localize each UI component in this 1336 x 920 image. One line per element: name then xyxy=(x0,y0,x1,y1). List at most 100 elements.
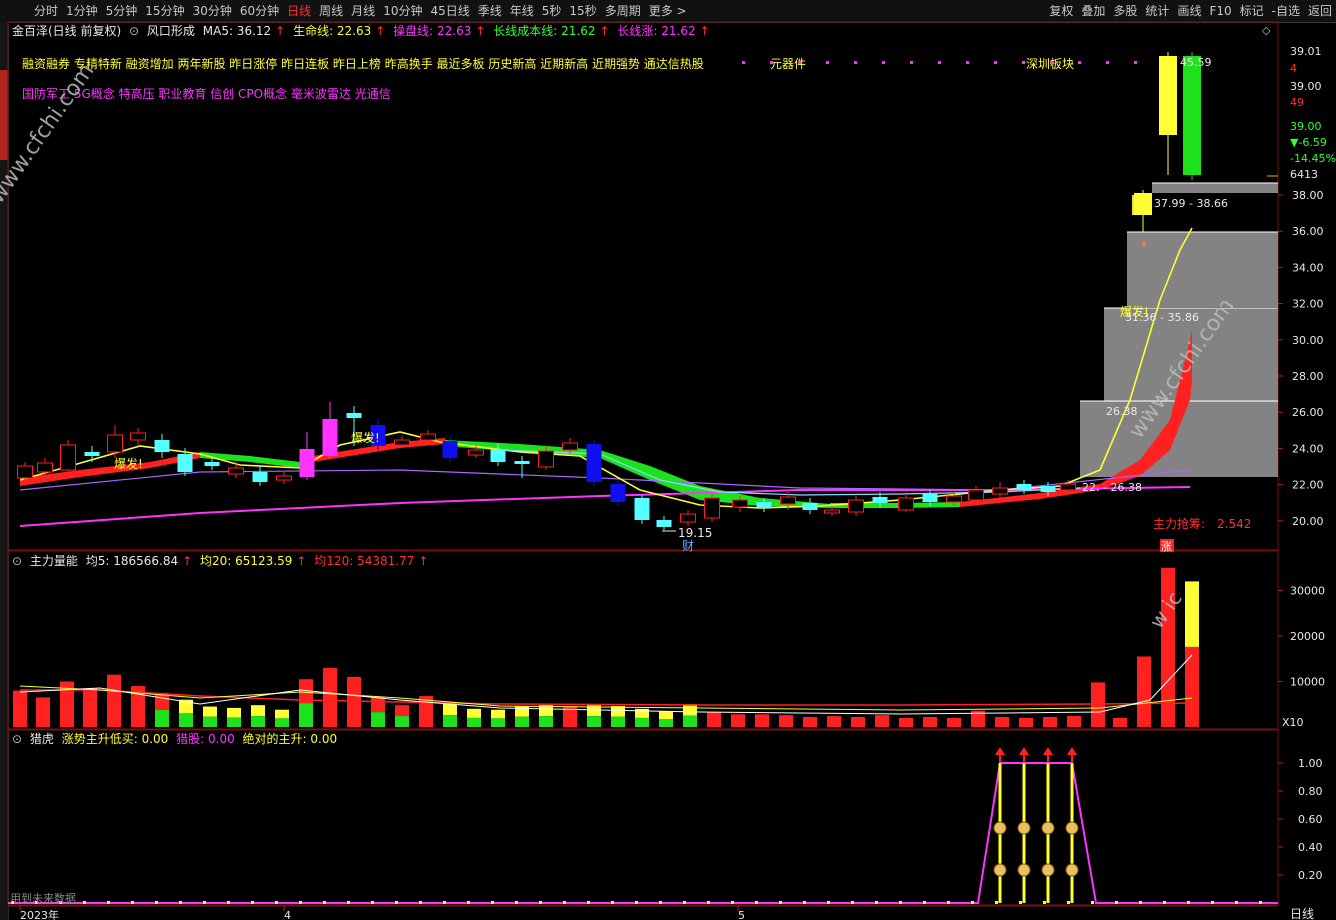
volume-bar-1 xyxy=(36,697,50,727)
candle-body-32 xyxy=(780,496,796,505)
dot-marker xyxy=(798,61,801,64)
candle-body-21 xyxy=(514,461,530,464)
candle-body-27 xyxy=(656,520,672,527)
tiger-baseline-dot xyxy=(563,901,566,904)
chart-canvas[interactable]: 38.00 36.00 34.00 32.00 30.00 28.00 26.00 24.00… xyxy=(0,0,1336,920)
date-label-0: 2023年 xyxy=(20,908,59,920)
quote-info-0: 39.01 xyxy=(1290,45,1322,58)
tiger-baseline-dot xyxy=(995,901,998,904)
price-tick-label-3: 32.00 xyxy=(1292,298,1324,311)
tiger-signal-line xyxy=(8,762,1278,904)
candle-body-10 xyxy=(252,472,268,482)
volume-bar-bottom-6 xyxy=(155,709,169,727)
tiger-tick-label-3: 0.40 xyxy=(1298,841,1323,854)
candle-body-36 xyxy=(872,497,888,503)
volume-bar-top-9 xyxy=(227,707,241,718)
candle-body-24 xyxy=(586,444,602,482)
volume-bar-top-16 xyxy=(395,705,409,717)
trend-bands xyxy=(20,330,1192,508)
zone-label-1: 37.99 - 38.66 xyxy=(1154,197,1228,210)
candle-body-46 xyxy=(1159,56,1177,135)
volume-bar-29 xyxy=(707,712,721,727)
tiger-baseline-dot xyxy=(731,901,734,904)
diamond-icon[interactable]: ◇ xyxy=(1262,24,1271,37)
vol-tick-label-2: 10000 xyxy=(1290,676,1325,689)
volume-bar-bottom-49 xyxy=(1185,646,1199,727)
zhang-mark: 涨 xyxy=(1161,540,1172,553)
candle-body-9 xyxy=(228,467,244,475)
dot-marker xyxy=(994,61,997,64)
volume-bar-44 xyxy=(1067,716,1081,727)
vol-tick-label-1: 20000 xyxy=(1290,630,1325,643)
price-tick-label-5: 28.00 xyxy=(1292,370,1324,383)
date-label-1: 4 xyxy=(284,909,291,920)
candle-body-43 xyxy=(1040,486,1056,492)
period-label: 日线 xyxy=(1290,907,1314,920)
volume-bar-13 xyxy=(323,667,337,727)
candle-body-42 xyxy=(1016,484,1032,490)
volume-bar-bottom-24 xyxy=(587,716,601,727)
tiger-baseline-dot xyxy=(1235,901,1238,904)
candle-body-38 xyxy=(922,494,938,502)
volume-bar-bottom-25 xyxy=(611,716,625,727)
tiger-baseline-dot xyxy=(1187,901,1190,904)
price-tick-label-7: 24.00 xyxy=(1292,442,1324,455)
dot-marker xyxy=(1078,61,1081,64)
tiger-baseline-dot xyxy=(1043,901,1046,904)
tiger-signal xyxy=(8,747,1278,904)
price-tick-label-4: 30.00 xyxy=(1292,334,1324,347)
candle-body-31 xyxy=(756,502,772,508)
volume-bar-34 xyxy=(827,716,841,727)
up-arrow-icon xyxy=(995,747,1005,755)
tiger-baseline-dot xyxy=(443,901,446,904)
dot-marker xyxy=(882,61,885,64)
tiger-baseline-dot xyxy=(803,901,806,904)
volume-bar-bottom-27 xyxy=(659,719,673,727)
tiger-baseline-dot xyxy=(971,901,974,904)
candle-body-4 xyxy=(107,434,123,453)
tiger-tick-label-4: 0.20 xyxy=(1298,869,1323,882)
volume-bar-bottom-20 xyxy=(491,718,505,727)
candle-body-7 xyxy=(177,454,193,472)
tiger-baseline-dot xyxy=(299,901,302,904)
volume-bar-bottom-19 xyxy=(467,717,481,727)
money-bag-icon xyxy=(1017,863,1031,877)
price-axis: 38.00 36.00 34.00 32.00 30.00 28.00 26.00 24.00… xyxy=(1278,189,1324,528)
tiger-baseline-dot xyxy=(1211,901,1214,904)
dot-marker xyxy=(770,61,773,64)
candle-body-14 xyxy=(346,413,362,418)
volume-unit: X10 xyxy=(1282,716,1304,729)
candle-body-44 xyxy=(1060,483,1076,491)
volume-bar-bottom-18 xyxy=(443,715,457,727)
quote-info: 39.01 4 39.00 49 39.00 ▼-6.59 -14.45% 6413 xyxy=(1267,45,1336,181)
candle-body-28 xyxy=(680,513,696,523)
moving-average-lines xyxy=(19,227,1193,527)
tiger-baseline-dot xyxy=(371,901,374,904)
price-zone-1 xyxy=(1127,232,1278,307)
volume-bar-bottom-7 xyxy=(179,713,193,727)
tiger-tick-label-1: 0.80 xyxy=(1298,785,1323,798)
dot-marker xyxy=(910,61,913,64)
tiger-baseline-dot xyxy=(395,901,398,904)
tiger-baseline-dot xyxy=(659,901,662,904)
tiger-baseline-dot xyxy=(347,901,350,904)
price-tick-label-6: 26.00 xyxy=(1292,406,1324,419)
tiger-baseline-dot xyxy=(683,901,686,904)
price-tick-label-0: 38.00 xyxy=(1292,189,1324,202)
volume-bar-30 xyxy=(731,714,745,727)
price-tick-label-9: 20.00 xyxy=(1292,515,1324,528)
zone-label-3: 26.38 - xyxy=(1106,405,1145,418)
vol-tick-label-0: 30000 xyxy=(1290,585,1325,598)
candle-body-8 xyxy=(204,462,220,466)
candle-body-0 xyxy=(17,465,33,479)
tiger-tick-label-2: 0.60 xyxy=(1298,813,1323,826)
volume-axis: 30000 20000 10000 xyxy=(1278,585,1325,689)
volume-bar-35 xyxy=(851,716,865,727)
tiger-baseline-dot xyxy=(923,901,926,904)
price-tick-label-1: 36.00 xyxy=(1292,225,1324,238)
tiger-baseline-dot xyxy=(227,901,230,904)
tiger-baseline-dot xyxy=(827,901,830,904)
candle-body-3 xyxy=(84,452,100,456)
tiger-baseline-dot xyxy=(779,901,782,904)
money-bag-icon xyxy=(993,863,1007,877)
